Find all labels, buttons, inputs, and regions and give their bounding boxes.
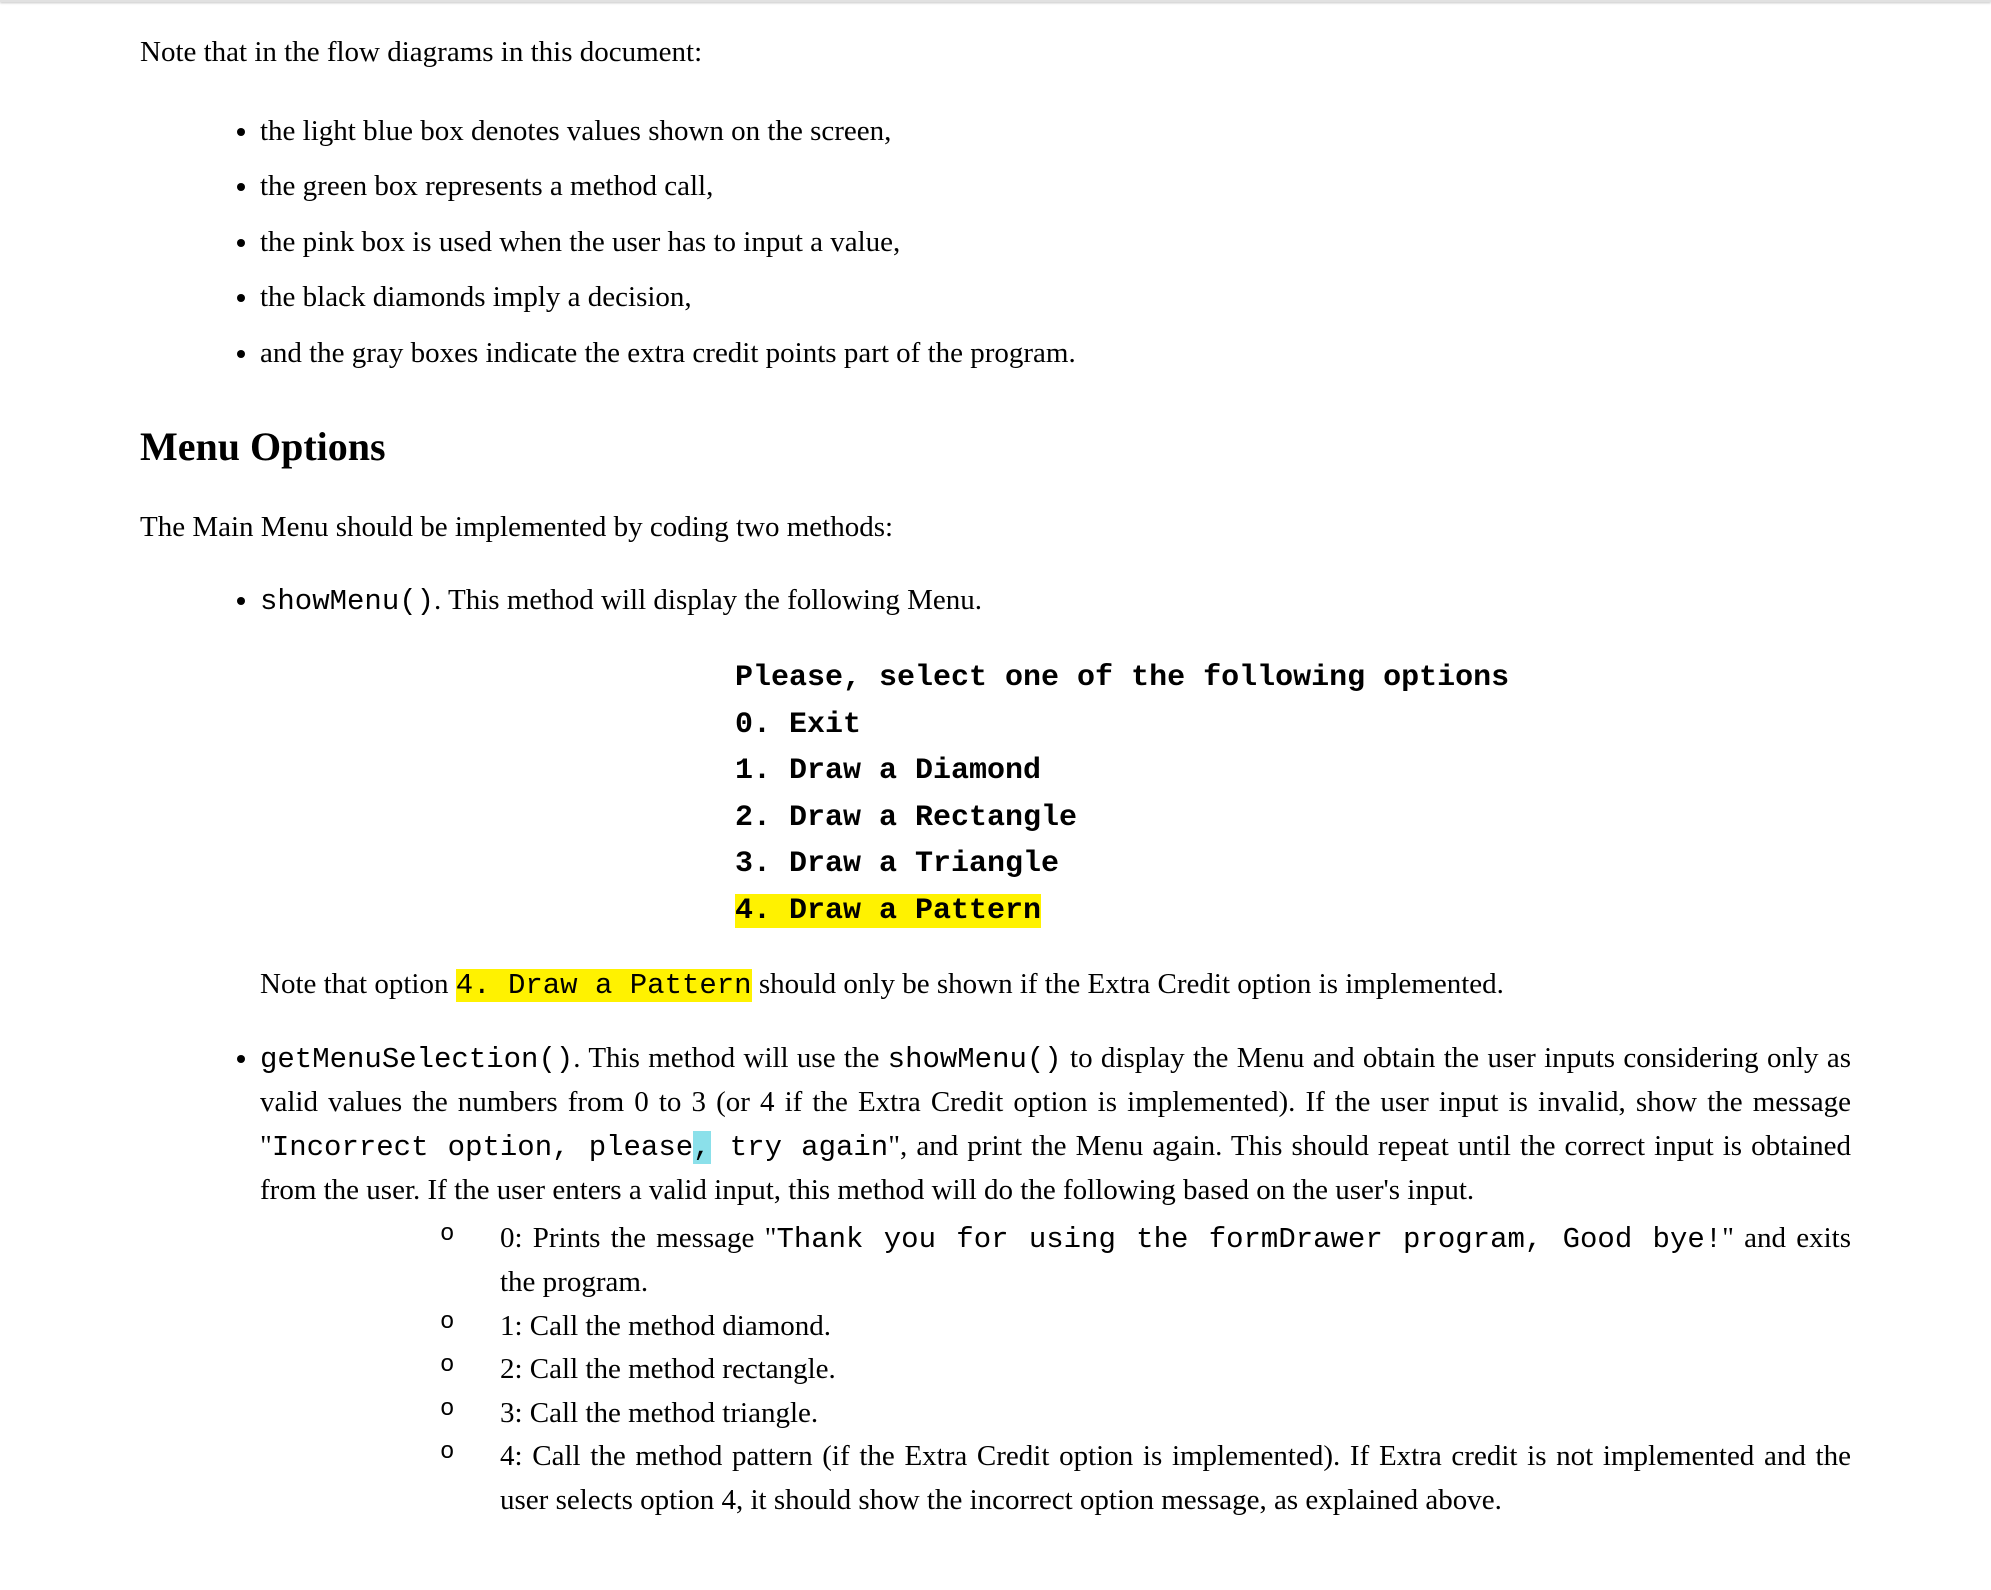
error-msg-comma-highlighted: , (693, 1131, 710, 1164)
menu-line: Please, select one of the following opti… (735, 661, 1509, 695)
opt0-a: 0: Prints the message " (500, 1222, 776, 1254)
menu-line: 3. Draw a Triangle (735, 847, 1059, 881)
option-1: 1: Call the method diamond. (440, 1305, 1851, 1349)
gms-text1: . This method will use the (573, 1042, 887, 1074)
note-prefix: Note that option (260, 968, 456, 1000)
menu-line: 2. Draw a Rectangle (735, 801, 1077, 835)
menu-code-block: Please, select one of the following opti… (735, 655, 1851, 934)
menu-line: 1. Draw a Diamond (735, 754, 1041, 788)
showmenu-suffix: . This method will display the following… (434, 584, 982, 616)
menu-line-highlighted: 4. Draw a Pattern (735, 894, 1041, 928)
legend-item: and the gray boxes indicate the extra cr… (260, 326, 1851, 382)
page-top-rule (0, 0, 1991, 2)
method-name-getmenuselection: getMenuSelection() (260, 1043, 573, 1076)
note-suffix: should only be shown if the Extra Credit… (752, 968, 1504, 1000)
menu-line: 0. Exit (735, 708, 861, 742)
error-msg-a: Incorrect option, please (272, 1131, 693, 1164)
section-heading-menu-options: Menu Options (140, 417, 1851, 477)
showmenu-note: Note that option 4. Draw a Pattern shoul… (260, 963, 1851, 1008)
document-page: Note that in the flow diagrams in this d… (0, 0, 1991, 1590)
option-3: 3: Call the method triangle. (440, 1392, 1851, 1436)
legend-item: the pink box is used when the user has t… (260, 215, 1851, 271)
option-2: 2: Call the method rectangle. (440, 1348, 1851, 1392)
methods-list: showMenu(). This method will display the… (140, 579, 1851, 632)
note-code-highlighted: 4. Draw a Pattern (456, 969, 752, 1002)
methods-list-continued: getMenuSelection(). This method will use… (140, 1037, 1851, 1531)
opt0-code: Thank you for using the formDrawer progr… (776, 1223, 1722, 1256)
method-name-showmenu: showMenu() (260, 585, 434, 618)
option-4: 4: Call the method pattern (if the Extra… (440, 1435, 1851, 1522)
option-list: 0: Prints the message "Thank you for usi… (260, 1217, 1851, 1523)
legend-item: the light blue box denotes values shown … (260, 104, 1851, 160)
legend-item: the green box represents a method call, (260, 159, 1851, 215)
method-name-showmenu-inline: showMenu() (888, 1043, 1062, 1076)
option-0: 0: Prints the message "Thank you for usi… (440, 1217, 1851, 1305)
legend-item: the black diamonds imply a decision, (260, 270, 1851, 326)
showmenu-item: showMenu(). This method will display the… (260, 579, 1851, 632)
getmenuselection-item: getMenuSelection(). This method will use… (260, 1037, 1851, 1531)
legend-list: the light blue box denotes values shown … (140, 104, 1851, 382)
error-msg-b: try again (711, 1131, 889, 1164)
methods-intro: The Main Menu should be implemented by c… (140, 506, 1851, 550)
intro-paragraph: Note that in the flow diagrams in this d… (140, 31, 1851, 75)
